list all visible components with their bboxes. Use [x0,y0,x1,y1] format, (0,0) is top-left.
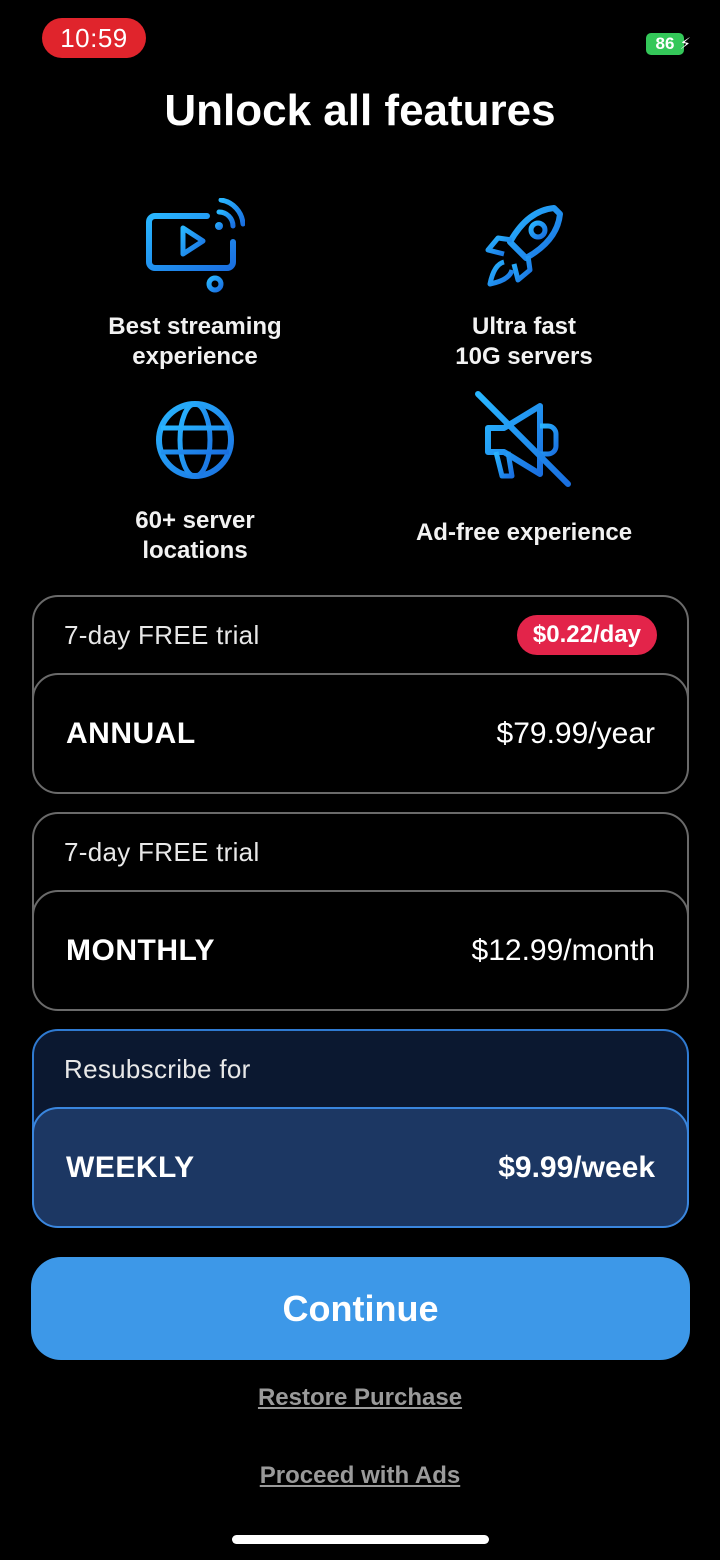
plan-name: WEEKLY [66,1150,195,1184]
plan-weekly[interactable]: Resubscribe for WEEKLY $9.99/week [32,1029,689,1228]
plan-price: $9.99/week [498,1150,655,1184]
plan-resubscribe-label: Resubscribe for [64,1053,251,1084]
feature-locations: 60+ server locations [35,398,355,566]
battery-icon: 86 ⚡ [646,33,691,55]
proceed-with-ads-link[interactable]: Proceed with Ads [0,1462,720,1490]
plan-monthly[interactable]: 7-day FREE trial MONTHLY $12.99/month [32,812,689,1011]
feature-servers: Ultra fast 10G servers [364,198,684,372]
plan-option-row[interactable]: MONTHLY $12.99/month [32,890,689,1011]
feature-streaming: Best streaming experience [35,198,355,372]
charging-bolt-icon: ⚡ [679,36,691,53]
tv-stream-icon [146,198,245,293]
no-ads-megaphone-icon [475,391,571,487]
feature-label: Ad-free experience [415,519,633,546]
continue-button[interactable]: Continue [31,1257,690,1360]
feature-label: Best streaming experience [108,313,282,370]
plan-annual[interactable]: 7-day FREE trial $0.22/day ANNUAL $79.99… [32,595,689,794]
plan-name: MONTHLY [66,933,216,967]
plan-resubscribe-row: Resubscribe for [34,1031,687,1107]
rocket-icon [485,205,563,287]
feature-label: Ultra fast 10G servers [455,313,593,370]
price-per-day-badge: $0.22/day [516,615,657,655]
plan-trial-row: 7-day FREE trial $0.22/day [34,597,687,673]
plan-name: ANNUAL [66,716,196,750]
plan-trial-label: 7-day FREE trial [64,836,260,867]
feature-ad-free: Ad-free experience [364,390,684,548]
plan-option-row[interactable]: WEEKLY $9.99/week [32,1107,689,1228]
plan-trial-row: 7-day FREE trial [34,814,687,890]
restore-purchase-link[interactable]: Restore Purchase [0,1384,720,1412]
page-title: Unlock all features [164,86,556,135]
status-bar: 10:59 86 ⚡ [0,0,720,76]
plan-option-row[interactable]: ANNUAL $79.99/year [32,673,689,794]
plan-trial-label: 7-day FREE trial [64,619,260,650]
globe-icon [156,401,234,479]
status-time: 10:59 [42,18,146,58]
feature-label: 60+ server locations [135,507,255,564]
home-indicator[interactable] [232,1535,489,1544]
plan-price: $79.99/year [496,716,655,750]
plan-price: $12.99/month [471,933,655,967]
battery-level: 86 [655,34,675,53]
